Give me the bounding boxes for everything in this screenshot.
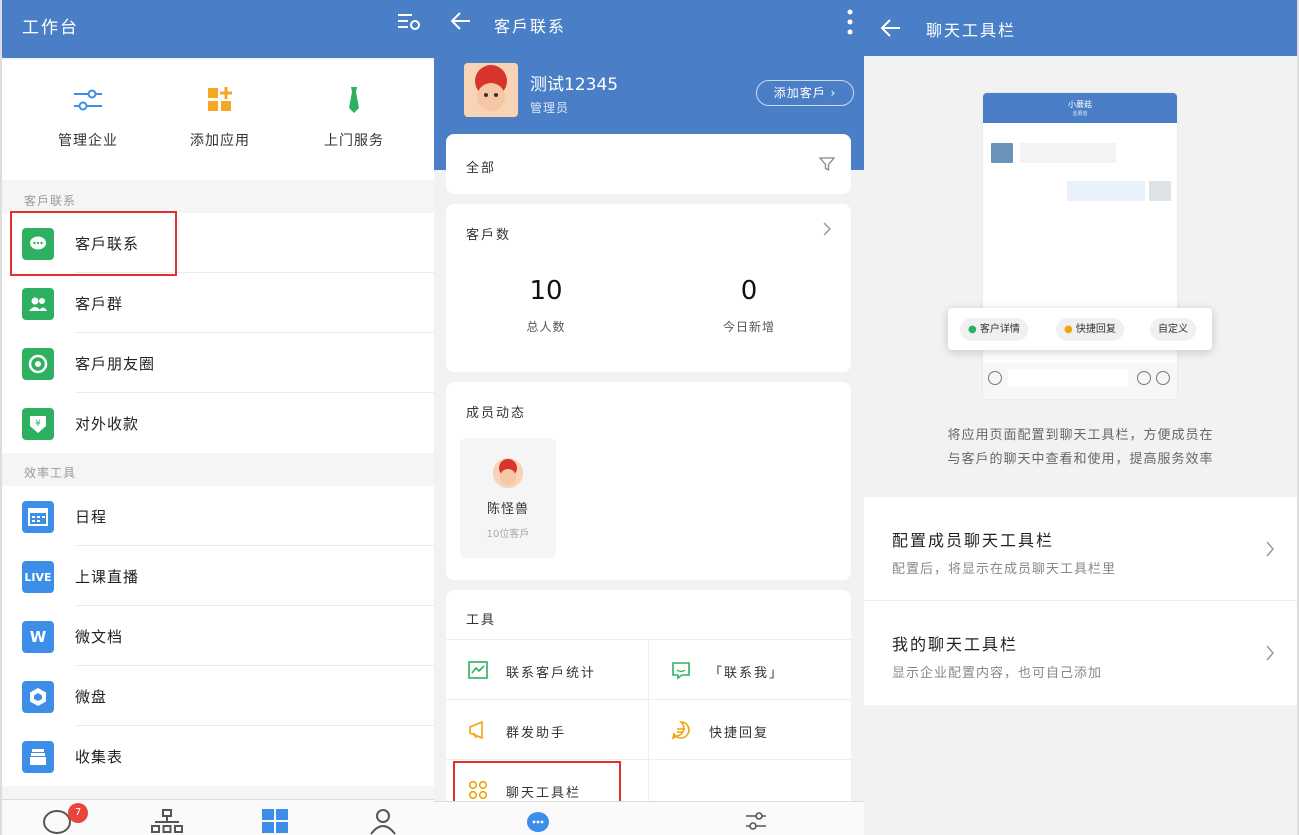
quick-onsite-service[interactable]: 上门服务 xyxy=(294,84,414,150)
preview-chat-header: 小蘑菇 金蘑菇 xyxy=(983,93,1177,123)
trend-chart-icon xyxy=(468,661,488,679)
preview-sent-bubble xyxy=(1067,181,1145,201)
org-chart-nav-icon[interactable] xyxy=(150,804,184,835)
avatar xyxy=(991,143,1013,163)
page-title: 聊天工具栏 xyxy=(926,21,1017,40)
svg-text:¥: ¥ xyxy=(35,419,41,429)
list-item-collection-form[interactable]: 收集表 xyxy=(2,726,434,786)
bottom-nav xyxy=(434,801,864,835)
tool-quick-reply[interactable]: 快捷回复 xyxy=(649,700,851,760)
list-item-schedule[interactable]: 日程 xyxy=(2,486,434,546)
unread-badge: 7 xyxy=(68,803,88,823)
efficiency-list: 日程 LIVE 上课直播 W 微文档 微盘 收集表 xyxy=(2,486,434,786)
preview-toolbar-popup: ● 客户详情 ● 快捷回复 自定义 xyxy=(948,308,1212,350)
list-item-external-payment[interactable]: ¥ 对外收款 xyxy=(2,393,434,453)
preview-pill-quick: ● 快捷回复 xyxy=(1056,318,1124,341)
calendar-icon xyxy=(22,501,54,533)
config-member-toolbar-option[interactable]: 配置成员聊天工具栏 配置后，将显示在成员聊天工具栏里 xyxy=(864,497,1297,601)
workbench-nav-icon[interactable] xyxy=(258,804,292,835)
description: 将应用页面配置到聊天工具栏，方便成员在 与客戶的聊天中查看和使用，提高服务效率 xyxy=(947,428,1214,467)
chevron-right-icon xyxy=(823,222,831,236)
add-customer-button[interactable]: 添加客戶 › xyxy=(756,80,854,106)
tool-contact-stats[interactable]: 联系客戶统计 xyxy=(446,640,648,700)
message-box-icon xyxy=(672,662,690,680)
live-icon: LIVE xyxy=(22,561,54,593)
list-item-micro-disk[interactable]: 微盘 xyxy=(2,666,434,726)
filter-label: 全部 xyxy=(466,161,497,176)
page-title: 客戶联系 xyxy=(494,17,567,36)
customer-contact-panel: 客戶联系 测试12345 管理员 添加客戶 › 全部 客戶数 10 总人数 0 … xyxy=(434,0,864,835)
yen-shield-icon: ¥ xyxy=(22,408,54,440)
bottom-nav: 7 xyxy=(2,799,434,835)
workbench-header: 工作台 xyxy=(2,0,434,58)
quick-manage-enterprise[interactable]: 管理企业 xyxy=(28,84,148,150)
quick-reply-icon xyxy=(671,721,690,740)
chat-toolbar-panel: 聊天工具栏 小蘑菇 金蘑菇 ● 客户详情 ● 快捷回复 自定义 将应用页面配置到… xyxy=(864,0,1299,835)
add-app-icon xyxy=(208,87,232,111)
stat-total: 10 总人数 xyxy=(526,276,566,334)
list-item-micro-doc[interactable]: W 微文档 xyxy=(2,606,434,666)
tool-mass-send[interactable]: 群发助手 xyxy=(446,700,648,760)
chevron-right-icon xyxy=(1266,541,1274,557)
chat-toolbar-header: 聊天工具栏 xyxy=(864,0,1297,56)
filter-card[interactable]: 全部 xyxy=(446,134,851,194)
user-role: 管理员 xyxy=(530,101,570,115)
megaphone-icon xyxy=(469,720,483,740)
preview-received-bubble xyxy=(1020,143,1116,163)
preview-pill-custom: 自定义 xyxy=(1150,318,1196,341)
avatar xyxy=(493,458,523,488)
filter-icon[interactable] xyxy=(819,156,835,172)
customer-count-card[interactable]: 客戶数 10 总人数 0 今日新增 xyxy=(446,204,851,372)
quick-reply-icon: ● xyxy=(1064,324,1073,335)
aperture-icon xyxy=(22,348,54,380)
doc-icon: W xyxy=(22,621,54,653)
list-settings-icon[interactable] xyxy=(396,10,422,34)
preview-pill-details: ● 客户详情 xyxy=(960,318,1028,341)
tools-title: 工具 xyxy=(466,613,497,628)
back-arrow-icon[interactable] xyxy=(880,17,902,39)
person-icon: ● xyxy=(968,324,977,335)
sliders-nav-icon[interactable] xyxy=(744,810,768,832)
user-name: 测试12345 xyxy=(530,75,619,95)
profile-nav-icon[interactable] xyxy=(366,804,400,835)
list-item-live-class[interactable]: LIVE 上课直播 xyxy=(2,546,434,606)
avatar xyxy=(1149,181,1171,201)
avatar[interactable] xyxy=(464,63,518,117)
tool-contact-me[interactable]: 「联系我」 xyxy=(649,640,851,700)
group-icon xyxy=(22,288,54,320)
chevron-right-icon xyxy=(1266,645,1274,661)
section-efficiency-label: 效率工具 xyxy=(24,466,77,480)
highlight-chat-toolbar xyxy=(453,761,621,806)
list-item-customer-group[interactable]: 客戶群 xyxy=(2,273,434,333)
sliders-icon xyxy=(74,89,102,111)
quick-actions: 管理企业 添加应用 上门服务 xyxy=(2,60,434,180)
list-item-customer-moments[interactable]: 客戶朋友圈 xyxy=(2,333,434,393)
message-nav-icon[interactable] xyxy=(526,810,550,834)
customer-count-title: 客戶数 xyxy=(466,228,512,243)
disk-icon xyxy=(22,681,54,713)
member-tile[interactable]: 陈怪兽 10位客戶 xyxy=(460,438,556,558)
member-activity-title: 成员动态 xyxy=(466,406,527,421)
highlight-customer-contact xyxy=(10,211,177,276)
workbench-panel: 工作台 管理企业 添加应用 上门服务 客戶联系 客戶联系 客戶群 客戶朋友圈 ¥… xyxy=(0,0,434,835)
my-chat-toolbar-option[interactable]: 我的聊天工具栏 显示企业配置内容，也可自己添加 xyxy=(864,601,1297,705)
section-customer-label: 客戶联系 xyxy=(24,194,77,208)
more-menu-icon[interactable] xyxy=(846,8,854,36)
preview-input-bar xyxy=(983,363,1177,399)
chat-preview-illustration: 小蘑菇 金蘑菇 xyxy=(983,93,1177,399)
tie-icon xyxy=(349,87,359,113)
form-icon xyxy=(22,741,54,773)
page-title: 工作台 xyxy=(22,18,79,38)
member-activity-card: 成员动态 陈怪兽 10位客戶 xyxy=(446,382,851,580)
back-arrow-icon[interactable] xyxy=(450,10,472,32)
quick-add-app[interactable]: 添加应用 xyxy=(160,84,280,150)
stat-today-new: 0 今日新增 xyxy=(722,276,775,334)
